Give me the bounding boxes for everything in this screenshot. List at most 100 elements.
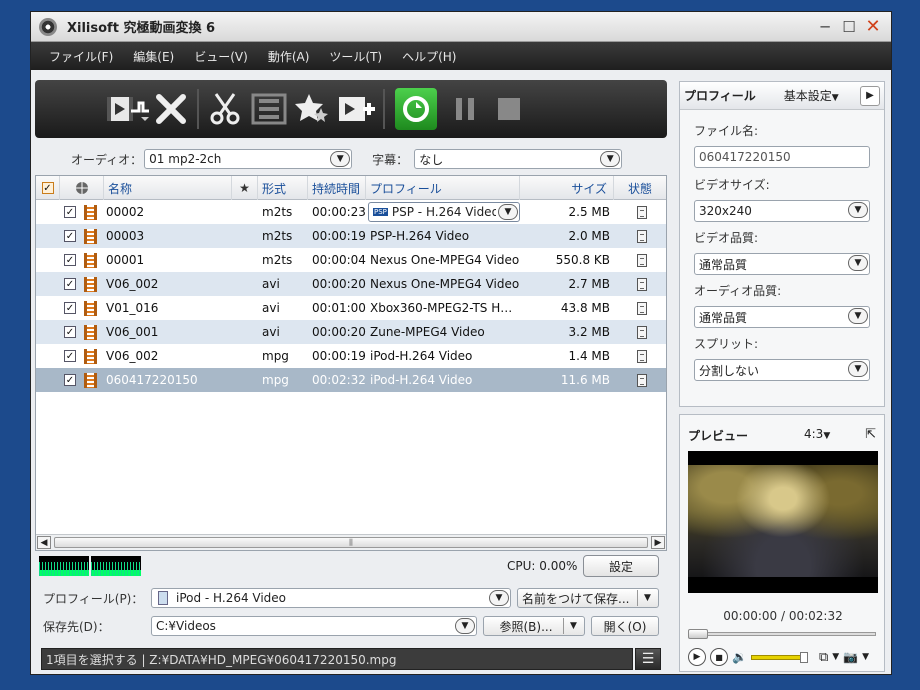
header-star[interactable]: ★ bbox=[232, 176, 258, 200]
row-size: 43.8 MB bbox=[560, 301, 610, 315]
header-status[interactable]: 状態 bbox=[614, 176, 666, 200]
maximize-button[interactable]: ☐ bbox=[839, 18, 859, 36]
volume-icon[interactable]: 🔉 bbox=[732, 650, 747, 664]
header-profile[interactable]: プロフィール bbox=[366, 176, 520, 200]
save-as-button[interactable]: 名前をつけて保存... ▼ bbox=[517, 588, 659, 608]
table-row-selected[interactable]: ✓ 060417220150 mpg 00:02:32 iPod-H.264 V… bbox=[36, 368, 666, 392]
menu-edit[interactable]: 編集(E) bbox=[123, 48, 184, 65]
add-output-profile-icon[interactable] bbox=[335, 87, 379, 131]
scrollbar-thumb[interactable]: ⫼ bbox=[54, 537, 648, 548]
remove-icon[interactable] bbox=[149, 87, 193, 131]
add-video-icon[interactable] bbox=[105, 87, 149, 131]
chevron-down-icon[interactable]: ▼ bbox=[848, 255, 868, 271]
basic-settings-dropdown[interactable]: 基本設定▼ bbox=[784, 87, 839, 104]
select-all-checkbox[interactable]: ✓ bbox=[41, 182, 54, 194]
video-file-icon bbox=[83, 276, 97, 292]
chevron-down-icon[interactable]: ▼ bbox=[862, 652, 869, 662]
header-duration[interactable]: 持続時間 bbox=[308, 176, 366, 200]
chevron-down-icon[interactable]: ▼ bbox=[832, 652, 839, 662]
horizontal-scrollbar[interactable]: ◀ ⫼ ▶ bbox=[36, 534, 666, 550]
close-button[interactable]: ✕ bbox=[863, 16, 883, 37]
row-checkbox[interactable]: ✓ bbox=[64, 326, 76, 338]
status-clipboard-icon[interactable] bbox=[637, 349, 647, 363]
chevron-down-icon[interactable]: ▼ bbox=[563, 618, 583, 634]
menu-tools[interactable]: ツール(T) bbox=[319, 48, 392, 65]
chevron-down-icon[interactable]: ▼ bbox=[848, 202, 868, 218]
video-size-select[interactable]: 320x240 ▼ bbox=[694, 200, 870, 222]
chevron-down-icon[interactable]: ▼ bbox=[848, 308, 868, 324]
chevron-down-icon[interactable]: ▼ bbox=[455, 618, 475, 634]
row-checkbox[interactable]: ✓ bbox=[64, 278, 76, 290]
status-clipboard-icon[interactable] bbox=[637, 277, 647, 291]
destination-select[interactable]: C:¥Videos ▼ bbox=[151, 616, 477, 636]
table-row[interactable]: ✓ V01_016 avi 00:01:00 Xbox360-MPEG2-TS … bbox=[36, 296, 666, 320]
row-profile-select[interactable]: PSP PSP - H.264 Video ▼ bbox=[368, 202, 520, 222]
pause-icon[interactable] bbox=[443, 87, 487, 131]
subtitle-select[interactable]: なし ▼ bbox=[414, 149, 623, 169]
snapshot-panel-icon[interactable]: ⇱ bbox=[865, 427, 876, 442]
chevron-down-icon[interactable]: ▼ bbox=[637, 590, 657, 606]
status-clipboard-icon[interactable] bbox=[637, 325, 647, 339]
volume-slider[interactable] bbox=[750, 651, 808, 663]
audio-track-select[interactable]: 01 mp2-2ch ▼ bbox=[144, 149, 353, 169]
volume-thumb[interactable] bbox=[799, 651, 808, 663]
clip-scissors-icon[interactable] bbox=[203, 87, 247, 131]
table-row[interactable]: ✓ V06_001 avi 00:00:20 Zune-MPEG4 Video … bbox=[36, 320, 666, 344]
row-checkbox[interactable]: ✓ bbox=[64, 206, 76, 218]
open-button[interactable]: 開く(O) bbox=[591, 616, 659, 636]
output-display-icon[interactable]: ⧉ bbox=[819, 650, 828, 665]
table-row[interactable]: ✓ 00003 m2ts 00:00:19 PSP-H.264 Video 2.… bbox=[36, 224, 666, 248]
chevron-down-icon[interactable]: ▼ bbox=[489, 590, 509, 606]
status-clipboard-icon[interactable] bbox=[637, 253, 647, 267]
table-row[interactable]: ✓ 00001 m2ts 00:00:04 Nexus One-MPEG4 Vi… bbox=[36, 248, 666, 272]
filename-input[interactable]: 060417220150 bbox=[694, 146, 870, 168]
menu-help[interactable]: ヘルプ(H) bbox=[392, 48, 466, 65]
menu-view[interactable]: ビュー(V) bbox=[184, 48, 258, 65]
panel-expand-icon[interactable]: ▶ bbox=[860, 85, 880, 106]
audio-quality-select[interactable]: 通常品質 ▼ bbox=[694, 306, 870, 328]
row-checkbox[interactable]: ✓ bbox=[64, 254, 76, 266]
scroll-right-icon[interactable]: ▶ bbox=[651, 536, 665, 549]
profile-panel-header: プロフィール 基本設定▼ ▶ bbox=[680, 82, 884, 110]
seek-slider[interactable] bbox=[688, 629, 876, 639]
table-row[interactable]: ✓ V06_002 avi 00:00:20 Nexus One-MPEG4 V… bbox=[36, 272, 666, 296]
settings-button[interactable]: 設定 bbox=[583, 555, 659, 577]
status-clipboard-icon[interactable] bbox=[637, 205, 647, 219]
status-clipboard-icon[interactable] bbox=[637, 229, 647, 243]
header-size[interactable]: サイズ bbox=[520, 176, 614, 200]
table-row[interactable]: ✓ V06_002 mpg 00:00:19 iPod-H.264 Video … bbox=[36, 344, 666, 368]
row-checkbox[interactable]: ✓ bbox=[64, 350, 76, 362]
row-duration: 00:00:19 bbox=[312, 229, 366, 243]
effects-star-icon[interactable] bbox=[291, 87, 335, 131]
merge-icon[interactable] bbox=[247, 87, 291, 131]
seek-thumb[interactable] bbox=[688, 629, 708, 639]
camera-snapshot-icon[interactable]: 📷 bbox=[843, 650, 858, 664]
scroll-left-icon[interactable]: ◀ bbox=[37, 536, 51, 549]
status-clipboard-icon[interactable] bbox=[637, 301, 647, 315]
header-format[interactable]: 形式 bbox=[258, 176, 308, 200]
menu-action[interactable]: 動作(A) bbox=[258, 48, 320, 65]
chevron-down-icon[interactable]: ▼ bbox=[330, 151, 351, 167]
chevron-down-icon[interactable]: ▼ bbox=[600, 151, 621, 167]
play-icon[interactable]: ▶ bbox=[688, 648, 706, 666]
header-name[interactable]: 名称 bbox=[104, 176, 232, 200]
profile-select[interactable]: iPod - H.264 Video ▼ bbox=[151, 588, 511, 608]
stop-icon[interactable] bbox=[487, 87, 531, 131]
status-clipboard-icon[interactable] bbox=[637, 373, 647, 387]
table-row[interactable]: ✓ 00002 m2ts 00:00:23 PSP PSP - H.264 Vi… bbox=[36, 200, 666, 224]
row-checkbox[interactable]: ✓ bbox=[64, 230, 76, 242]
aspect-ratio-dropdown[interactable]: 4:3▼ bbox=[804, 427, 830, 441]
minimize-button[interactable]: ─ bbox=[815, 18, 835, 36]
convert-start-button[interactable] bbox=[395, 88, 437, 130]
row-profile: Xbox360-MPEG2-TS H… bbox=[370, 301, 513, 315]
browse-button[interactable]: 参照(B)... ▼ bbox=[483, 616, 585, 636]
row-checkbox[interactable]: ✓ bbox=[64, 374, 76, 386]
split-select[interactable]: 分割しない ▼ bbox=[694, 359, 870, 381]
row-checkbox[interactable]: ✓ bbox=[64, 302, 76, 314]
log-list-icon[interactable]: ☰ bbox=[635, 648, 661, 670]
chevron-down-icon[interactable]: ▼ bbox=[498, 204, 518, 220]
menu-file[interactable]: ファイル(F) bbox=[39, 48, 123, 65]
video-quality-select[interactable]: 通常品質 ▼ bbox=[694, 253, 870, 275]
stop-icon[interactable]: ■ bbox=[710, 648, 728, 666]
chevron-down-icon[interactable]: ▼ bbox=[848, 361, 868, 377]
